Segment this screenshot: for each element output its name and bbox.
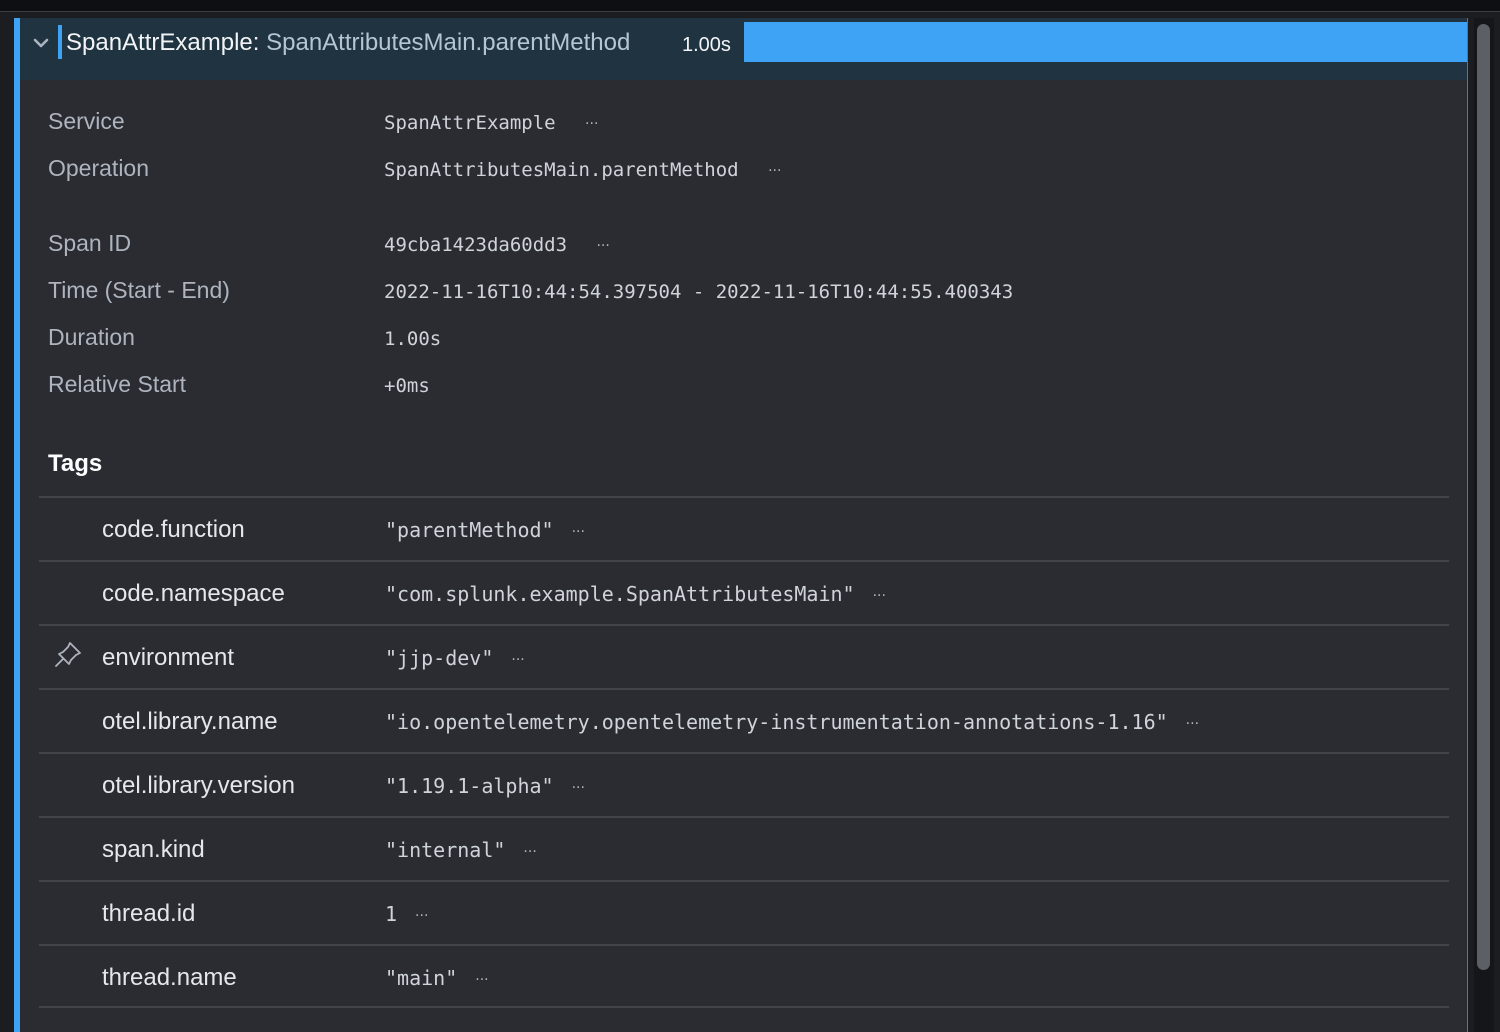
detail-value-service: SpanAttrExample ···	[384, 112, 598, 134]
table-row: thread.id 1 ···	[39, 880, 1449, 944]
detail-label-duration: Duration	[48, 324, 135, 350]
span-title-service: SpanAttrExample:	[66, 29, 260, 56]
table-row: code.namespace "com.splunk.example.SpanA…	[39, 560, 1449, 624]
more-actions-button[interactable]: ···	[475, 972, 488, 988]
tag-value: 1 ···	[385, 902, 428, 926]
tag-key: otel.library.version	[102, 772, 295, 799]
pin-icon[interactable]	[53, 640, 83, 670]
tag-value: "parentMethod" ···	[385, 518, 585, 542]
detail-value-text: 2022-11-16T10:44:54.397504 - 2022-11-16T…	[384, 281, 1014, 303]
tag-key: thread.name	[102, 964, 237, 991]
table-row: thread.name "main" ···	[39, 944, 1449, 1008]
detail-value-time: 2022-11-16T10:44:54.397504 - 2022-11-16T…	[384, 281, 1013, 303]
more-actions-button[interactable]: ···	[596, 238, 609, 254]
tag-key: code.function	[102, 516, 245, 543]
tag-value-text: "com.splunk.example.SpanAttributesMain"	[385, 582, 855, 606]
table-row: environment "jjp-dev" ···	[39, 624, 1449, 688]
detail-value-text: SpanAttrExample	[384, 112, 556, 134]
detail-value-text: 1.00s	[384, 328, 442, 350]
tag-key: environment	[102, 644, 235, 671]
span-detail-panel: SpanAttrExample: SpanAttributesMain.pare…	[14, 18, 1468, 1032]
detail-value-text: SpanAttributesMain.parentMethod	[384, 159, 739, 181]
detail-value-duration: 1.00s	[384, 328, 441, 350]
tag-value: "internal" ···	[385, 838, 537, 862]
detail-value-operation: SpanAttributesMain.parentMethod ···	[384, 159, 781, 181]
table-row: otel.library.name "io.opentelemetry.open…	[39, 688, 1449, 752]
detail-label-relative-start: Relative Start	[48, 371, 187, 397]
span-header[interactable]: SpanAttrExample: SpanAttributesMain.pare…	[20, 18, 1467, 80]
span-title: SpanAttrExample: SpanAttributesMain.pare…	[66, 26, 630, 60]
tag-value: "main" ···	[385, 966, 489, 990]
more-actions-button[interactable]: ···	[585, 116, 598, 132]
table-row: span.kind "internal" ···	[39, 816, 1449, 880]
tag-key: otel.library.name	[102, 708, 278, 735]
tag-value: "com.splunk.example.SpanAttributesMain" ·…	[385, 582, 886, 606]
chevron-down-icon[interactable]	[30, 32, 52, 54]
tags-heading: Tags	[48, 450, 103, 477]
span-title-operation: SpanAttributesMain.parentMethod	[266, 29, 631, 56]
detail-label-service: Service	[48, 108, 125, 134]
detail-label-time: Time (Start - End)	[48, 277, 230, 303]
tag-value-text: 1	[385, 902, 398, 926]
tag-key: thread.id	[102, 900, 196, 927]
tag-value: "1.19.1-alpha" ···	[385, 774, 585, 798]
table-row: otel.library.version "1.19.1-alpha" ···	[39, 752, 1449, 816]
more-actions-button[interactable]: ···	[873, 588, 886, 604]
detail-value-relative-start: +0ms	[384, 375, 430, 397]
tag-value-text: "jjp-dev"	[385, 646, 494, 670]
tags-table: code.function "parentMethod" ··· code.nam…	[39, 496, 1449, 1008]
span-title-duration: 1.00s	[682, 34, 731, 56]
tag-key: span.kind	[102, 836, 205, 863]
tag-key: code.namespace	[102, 580, 285, 607]
tag-value-text: "io.opentelemetry.opentelemetry-instrume…	[385, 710, 1168, 734]
more-actions-button[interactable]: ···	[768, 163, 781, 179]
detail-value-text: 49cba1423da60dd3	[384, 234, 568, 256]
top-bar	[0, 0, 1500, 12]
header-accent-bar	[58, 25, 62, 59]
tag-value-text: "main"	[385, 966, 458, 990]
more-actions-button[interactable]: ···	[572, 780, 585, 796]
span-duration-bar	[744, 22, 1467, 62]
tag-value-text: "parentMethod"	[385, 518, 554, 542]
detail-value-text: +0ms	[384, 375, 430, 397]
scrollbar-thumb[interactable]	[1477, 24, 1490, 970]
detail-label-span-id: Span ID	[48, 230, 132, 256]
more-actions-button[interactable]: ···	[511, 652, 524, 668]
tag-value: "io.opentelemetry.opentelemetry-instrume…	[385, 710, 1199, 734]
scrollbar[interactable]	[1474, 18, 1494, 1032]
detail-value-span-id: 49cba1423da60dd3 ···	[384, 234, 610, 256]
more-actions-button[interactable]: ···	[572, 524, 585, 540]
table-row: code.function "parentMethod" ···	[39, 496, 1449, 560]
more-actions-button[interactable]: ···	[523, 844, 536, 860]
tag-value: "jjp-dev" ···	[385, 646, 525, 670]
tag-value-text: "1.19.1-alpha"	[385, 774, 554, 798]
more-actions-button[interactable]: ···	[415, 908, 428, 924]
more-actions-button[interactable]: ···	[1186, 716, 1199, 732]
tag-value-text: "internal"	[385, 838, 506, 862]
detail-label-operation: Operation	[48, 155, 150, 181]
